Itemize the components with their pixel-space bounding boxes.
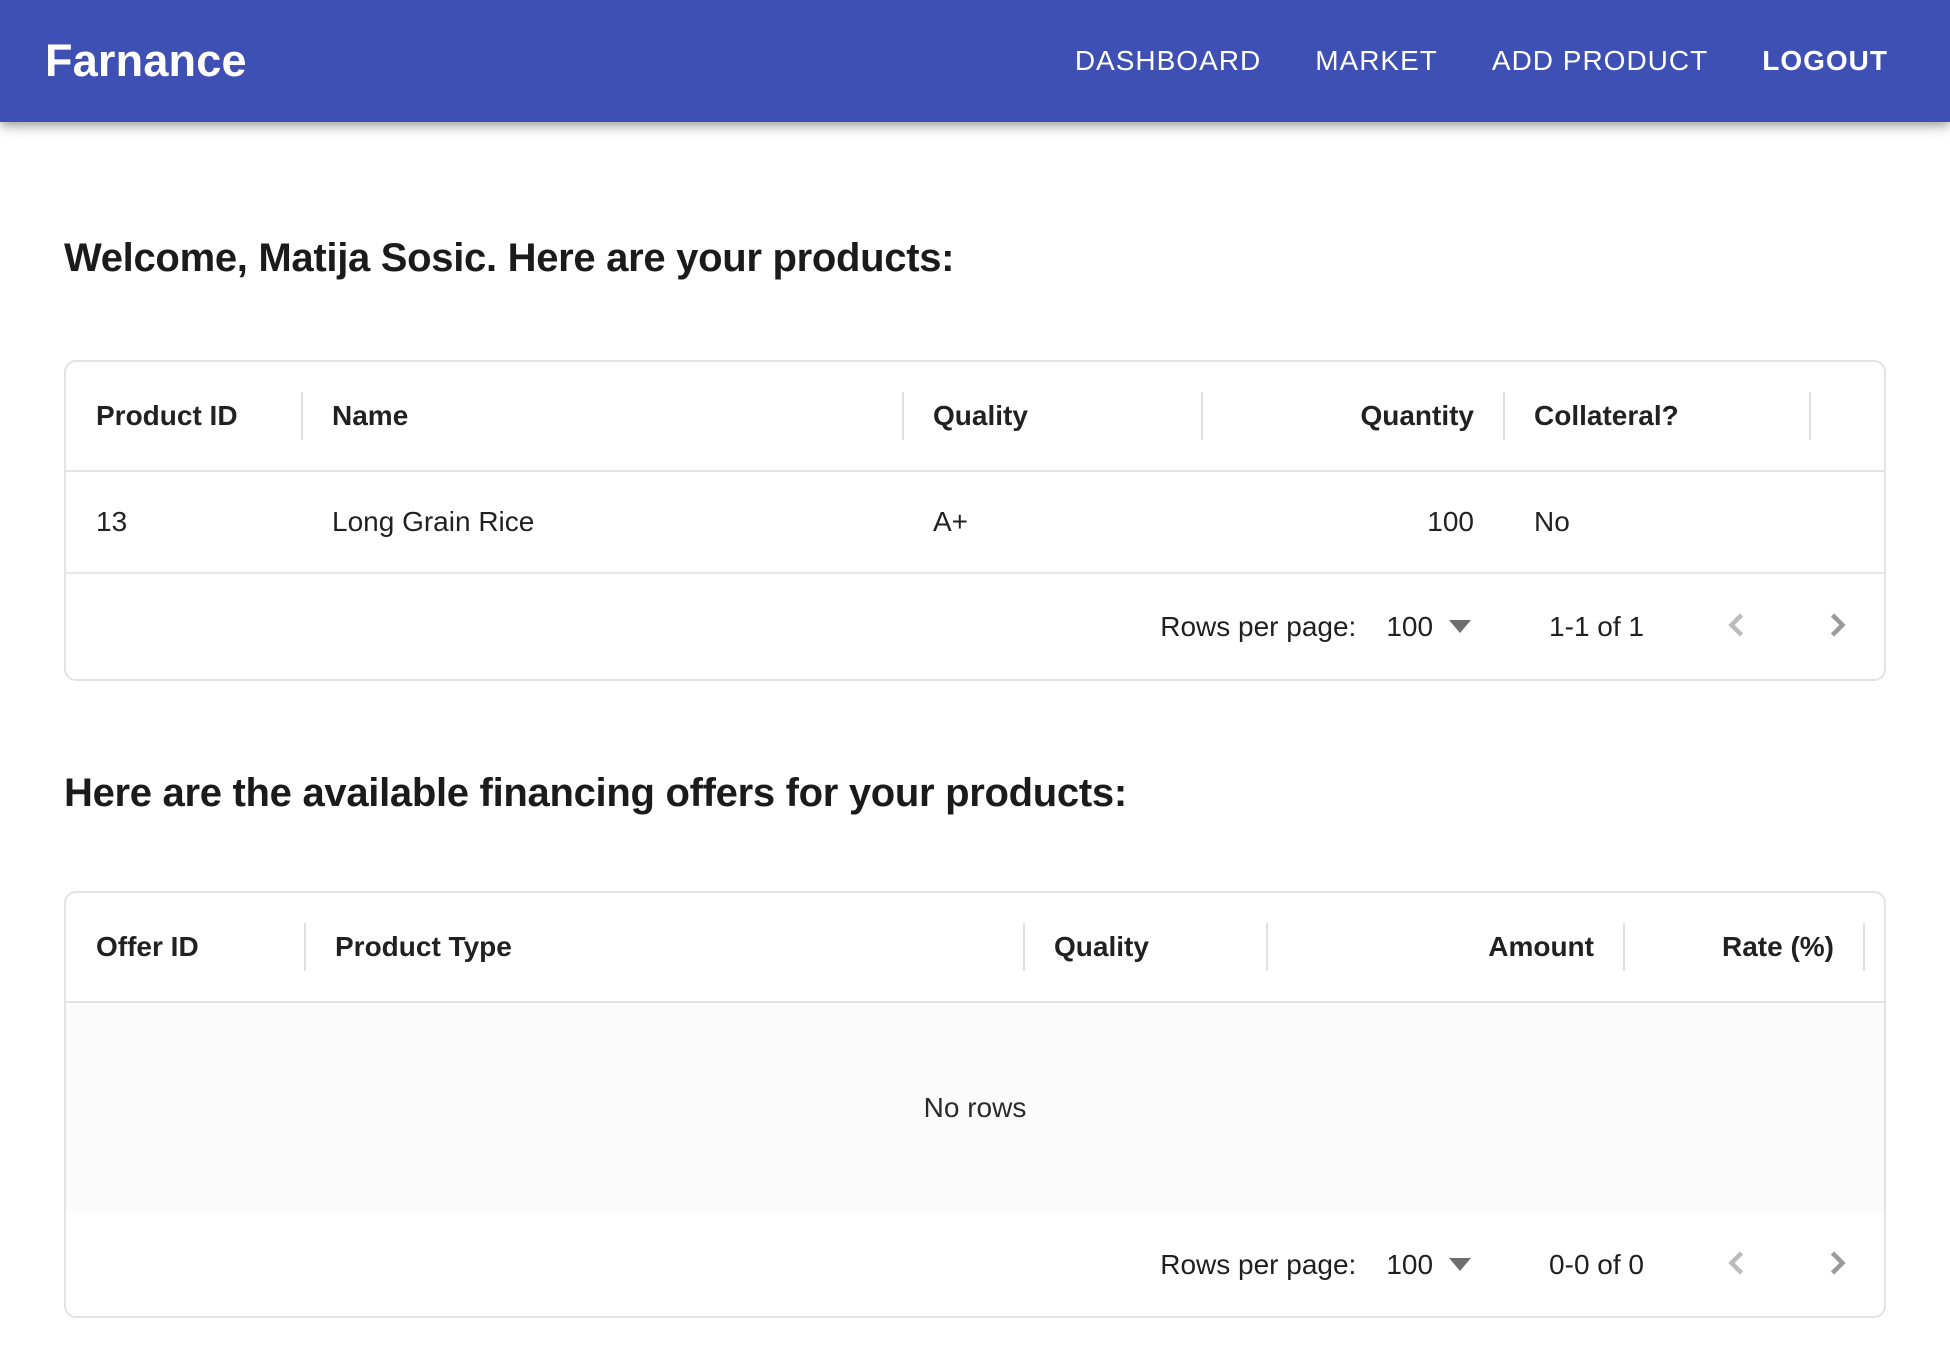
- previous-page-button[interactable]: [1697, 587, 1777, 667]
- rows-per-page-label: Rows per page:: [1160, 1249, 1356, 1281]
- welcome-heading: Welcome, Matija Sosic. Here are your pro…: [64, 234, 1886, 282]
- chevron-left-icon: [1719, 607, 1755, 646]
- column-header-amount[interactable]: Amount: [1267, 893, 1624, 1001]
- rows-per-page-select[interactable]: 100: [1386, 611, 1471, 643]
- products-table-pagination: Rows per page: 100 1-1 of 1: [66, 574, 1884, 679]
- column-header-rate[interactable]: Rate (%): [1624, 893, 1864, 1001]
- cell-name: Long Grain Rice: [302, 472, 903, 572]
- main-nav: DASHBOARD MARKET ADD PRODUCT LOGOUT: [1075, 45, 1888, 77]
- offers-table-header-row: Offer ID Product Type Quality Amount Rat…: [66, 893, 1884, 1003]
- nav-dashboard[interactable]: DASHBOARD: [1075, 45, 1261, 77]
- chevron-right-icon: [1819, 607, 1855, 646]
- pagination-range: 0-0 of 0: [1549, 1249, 1644, 1281]
- rows-per-page-value: 100: [1386, 611, 1433, 643]
- previous-page-button[interactable]: [1697, 1225, 1777, 1305]
- column-header-quality[interactable]: Quality: [903, 362, 1202, 470]
- column-header-product-type[interactable]: Product Type: [305, 893, 1024, 1001]
- chevron-right-icon: [1819, 1245, 1855, 1284]
- column-header-offer-id[interactable]: Offer ID: [66, 893, 305, 1001]
- column-header-collateral[interactable]: Collateral?: [1504, 362, 1810, 470]
- column-header-filler: [1864, 893, 1886, 1001]
- app-bar: Farnance DASHBOARD MARKET ADD PRODUCT LO…: [0, 0, 1950, 122]
- pagination-range: 1-1 of 1: [1549, 611, 1644, 643]
- no-rows-overlay: No rows: [66, 1003, 1884, 1213]
- offers-table: Offer ID Product Type Quality Amount Rat…: [64, 891, 1886, 1318]
- offers-table-pagination: Rows per page: 100 0-0 of 0: [66, 1213, 1884, 1316]
- rows-per-page-label: Rows per page:: [1160, 611, 1356, 643]
- rows-per-page-select[interactable]: 100: [1386, 1249, 1471, 1281]
- page-content: Welcome, Matija Sosic. Here are your pro…: [0, 234, 1950, 1318]
- dropdown-icon: [1449, 1258, 1471, 1271]
- table-row[interactable]: 13 Long Grain Rice A+ 100 No: [66, 472, 1884, 574]
- column-header-quantity[interactable]: Quantity: [1202, 362, 1504, 470]
- app-title: Farnance: [45, 35, 247, 87]
- nav-market[interactable]: MARKET: [1315, 45, 1438, 77]
- nav-logout[interactable]: LOGOUT: [1762, 45, 1888, 77]
- no-rows-label: No rows: [924, 1092, 1027, 1124]
- column-header-product-id[interactable]: Product ID: [66, 362, 302, 470]
- cell-filler: [1810, 472, 1884, 572]
- column-header-quality[interactable]: Quality: [1024, 893, 1267, 1001]
- dropdown-icon: [1449, 620, 1471, 633]
- offers-heading: Here are the available financing offers …: [64, 769, 1886, 817]
- products-table-header-row: Product ID Name Quality Quantity Collate…: [66, 362, 1884, 472]
- rows-per-page-value: 100: [1386, 1249, 1433, 1281]
- cell-quantity: 100: [1202, 472, 1504, 572]
- nav-add-product[interactable]: ADD PRODUCT: [1492, 45, 1708, 77]
- cell-product-id: 13: [66, 472, 302, 572]
- chevron-left-icon: [1719, 1245, 1755, 1284]
- next-page-button[interactable]: [1797, 587, 1877, 667]
- column-header-name[interactable]: Name: [302, 362, 903, 470]
- cell-collateral: No: [1504, 472, 1810, 572]
- next-page-button[interactable]: [1797, 1225, 1877, 1305]
- cell-quality: A+: [903, 472, 1202, 572]
- products-table: Product ID Name Quality Quantity Collate…: [64, 360, 1886, 681]
- column-header-filler: [1810, 362, 1884, 470]
